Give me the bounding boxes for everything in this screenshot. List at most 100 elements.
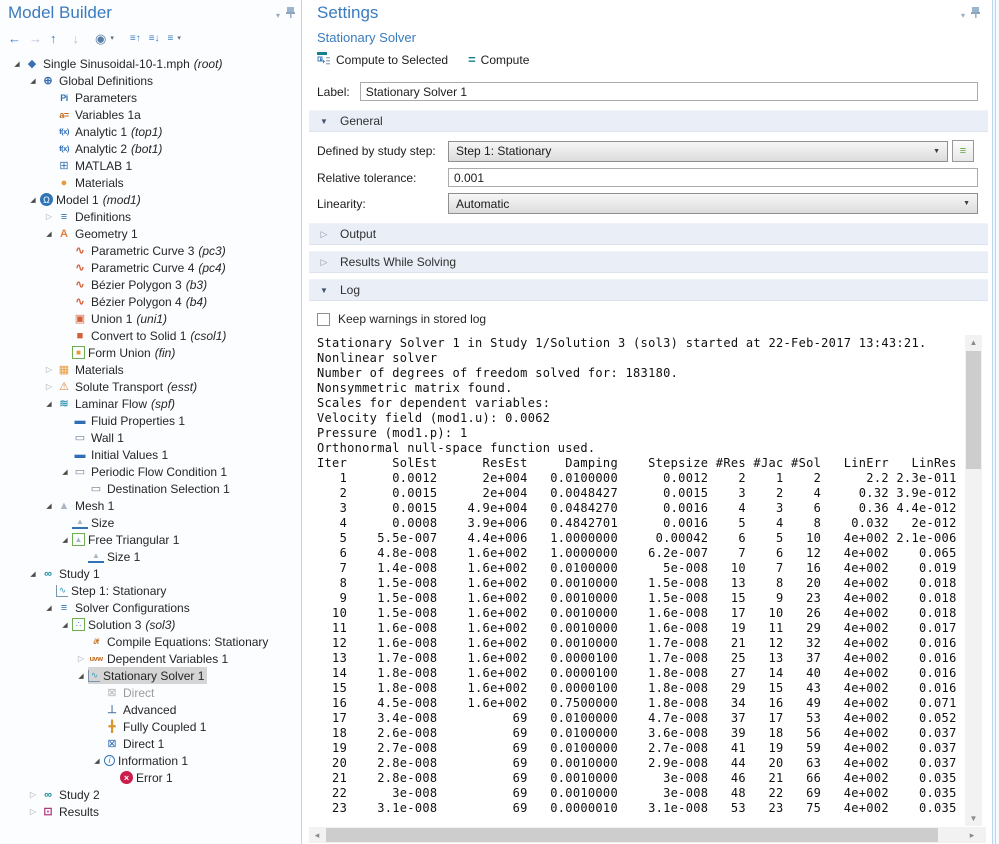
expand-all-icon[interactable]: ≡↑: [130, 32, 141, 46]
tree-item-error-1[interactable]: ×Error 1: [0, 769, 301, 786]
tree-item-analytic-2-bot1[interactable]: f(x)Analytic 2(bot1): [0, 140, 301, 157]
tree-item-convert-to-solid-1-csol1[interactable]: ■Convert to Solid 1(csol1): [0, 327, 301, 344]
tree-item-stationary-solver-1[interactable]: ◢∿Stationary Solver 1: [0, 667, 301, 684]
tree-item-dependent-variables-1[interactable]: ▷uvwDependent Variables 1: [0, 650, 301, 667]
tree-item-free-triangular-1[interactable]: ◢▲Free Triangular 1: [0, 531, 301, 548]
linearity-select[interactable]: Automatic ▼: [448, 193, 978, 214]
expand-arrow-icon[interactable]: ▷: [42, 212, 56, 221]
scroll-left-icon[interactable]: ◂: [309, 827, 325, 843]
node-text-icon[interactable]: ≡: [168, 32, 174, 46]
collapse-arrow-icon[interactable]: ◢: [42, 230, 56, 238]
scroll-right-icon[interactable]: ▸: [964, 827, 980, 843]
collapse-arrow-icon[interactable]: ◢: [58, 621, 72, 629]
tree-item-geometry-1[interactable]: ◢AGeometry 1: [0, 225, 301, 242]
tree-item-parameters[interactable]: PiParameters: [0, 89, 301, 106]
compute-button[interactable]: = Compute: [468, 52, 529, 67]
tree-item-destination-selection-1[interactable]: ▭Destination Selection 1: [0, 480, 301, 497]
tree-item-b-zier-polygon-3-b3[interactable]: ∿Bézier Polygon 3(b3): [0, 276, 301, 293]
collapse-arrow-icon[interactable]: ◢: [26, 77, 40, 85]
scroll-down-icon[interactable]: ▼: [965, 811, 982, 826]
tree-item-solute-transport-esst[interactable]: ▷⚠Solute Transport(esst): [0, 378, 301, 395]
collapse-arrow-icon[interactable]: ◢: [26, 196, 40, 204]
collapse-arrow-icon[interactable]: ◢: [26, 570, 40, 578]
section-output[interactable]: ▷ Output: [309, 223, 988, 245]
tree-item-study-1[interactable]: ◢∞Study 1: [0, 565, 301, 582]
expand-arrow-icon[interactable]: ▷: [74, 654, 88, 663]
horizontal-scroll-thumb[interactable]: [326, 828, 938, 842]
collapse-arrow-icon[interactable]: ◢: [90, 757, 104, 765]
label-input[interactable]: [360, 82, 978, 101]
show-menu-caret-icon[interactable]: ▾: [110, 32, 114, 46]
tree-item-materials[interactable]: ▷▦Materials: [0, 361, 301, 378]
tree-item-wall-1[interactable]: ▭Wall 1: [0, 429, 301, 446]
tree-item-solution-3-sol3[interactable]: ◢∴Solution 3(sol3): [0, 616, 301, 633]
move-up-icon[interactable]: ↑: [50, 32, 57, 46]
section-log[interactable]: ▼ Log: [309, 279, 988, 301]
tree-item-fluid-properties-1[interactable]: ▬Fluid Properties 1: [0, 412, 301, 429]
tree-item-analytic-1-top1[interactable]: f(x)Analytic 1(top1): [0, 123, 301, 140]
expand-arrow-icon[interactable]: ▷: [26, 790, 40, 799]
defined-by-study-step-select[interactable]: Step 1: Stationary ▼: [448, 141, 948, 162]
settings-pin-icon[interactable]: [971, 6, 980, 24]
panel-menu-caret-icon[interactable]: ▾: [276, 11, 280, 20]
section-results-while-solving[interactable]: ▷ Results While Solving: [309, 251, 988, 273]
expand-arrow-icon[interactable]: ▷: [42, 382, 56, 391]
collapse-arrow-icon[interactable]: ◢: [42, 400, 56, 408]
collapse-arrow-icon[interactable]: ◢: [42, 604, 56, 612]
log-horizontal-scrollbar[interactable]: ◂ ▸: [309, 827, 986, 843]
tree-item-initial-values-1[interactable]: ▬Initial Values 1: [0, 446, 301, 463]
collapse-arrow-icon[interactable]: ◢: [10, 60, 24, 68]
show-icon[interactable]: ◉: [95, 32, 106, 46]
keep-warnings-checkbox[interactable]: [317, 313, 330, 326]
go-to-source-button[interactable]: ≡: [952, 140, 974, 162]
tree-item-union-1-uni1[interactable]: ▣Union 1(uni1): [0, 310, 301, 327]
panel-splitter[interactable]: [302, 0, 309, 844]
collapse-arrow-icon[interactable]: ◢: [74, 672, 88, 680]
tree-item-parametric-curve-3-pc3[interactable]: ∿Parametric Curve 3(pc3): [0, 242, 301, 259]
compute-to-selected-button[interactable]: Compute to Selected: [317, 51, 448, 68]
log-vertical-scrollbar[interactable]: ▲ ▼: [965, 335, 982, 826]
tree-item-solver-configurations[interactable]: ◢≡Solver Configurations: [0, 599, 301, 616]
tree-item-direct-1[interactable]: ⊠Direct 1: [0, 735, 301, 752]
collapse-arrow-icon[interactable]: ◢: [42, 502, 56, 510]
settings-menu-caret-icon[interactable]: ▾: [961, 11, 965, 20]
tree-item-study-2[interactable]: ▷∞Study 2: [0, 786, 301, 803]
tree-item-mesh-1[interactable]: ◢▲Mesh 1: [0, 497, 301, 514]
tree-item-periodic-flow-condition-1[interactable]: ◢▭Periodic Flow Condition 1: [0, 463, 301, 480]
tree-item-variables-1a[interactable]: a=Variables 1a: [0, 106, 301, 123]
expand-arrow-icon[interactable]: ▷: [42, 365, 56, 374]
forward-icon[interactable]: →: [29, 32, 42, 46]
tree-item-size[interactable]: ▲Size: [0, 514, 301, 531]
tree-item-laminar-flow-spf[interactable]: ◢≋Laminar Flow(spf): [0, 395, 301, 412]
tree-item-direct[interactable]: ⊠Direct: [0, 684, 301, 701]
collapse-arrow-icon[interactable]: ◢: [58, 468, 72, 476]
tree-item-form-union-fin[interactable]: ■Form Union(fin): [0, 344, 301, 361]
tree-item-fully-coupled-1[interactable]: ╋Fully Coupled 1: [0, 718, 301, 735]
tree-item-size-1[interactable]: ▲Size 1: [0, 548, 301, 565]
tree-item-compile-equations-stationary[interactable]: ∂fCompile Equations: Stationary: [0, 633, 301, 650]
vertical-scroll-thumb[interactable]: [966, 351, 981, 469]
tree-item-global-definitions[interactable]: ◢⊕Global Definitions: [0, 72, 301, 89]
collapse-all-icon[interactable]: ≡↓: [149, 32, 160, 46]
tree-item-information-1[interactable]: ◢iInformation 1: [0, 752, 301, 769]
pin-icon[interactable]: [286, 6, 295, 24]
move-down-icon[interactable]: ↓: [73, 32, 80, 46]
tree-item-definitions[interactable]: ▷≡Definitions: [0, 208, 301, 225]
section-general[interactable]: ▼ General: [309, 110, 988, 132]
tree-item-advanced[interactable]: ⊥Advanced: [0, 701, 301, 718]
tree-item-single-sinusoidal-10-1-mph-root[interactable]: ◢◆Single Sinusoidal-10-1.mph(root): [0, 55, 301, 72]
collapse-arrow-icon[interactable]: ◢: [58, 536, 72, 544]
node-text-menu-caret-icon[interactable]: ▾: [177, 32, 181, 46]
tree-item-matlab-1[interactable]: ⊞MATLAB 1: [0, 157, 301, 174]
tree-item-step-1-stationary[interactable]: ∿Step 1: Stationary: [0, 582, 301, 599]
scroll-up-icon[interactable]: ▲: [965, 335, 982, 350]
back-icon[interactable]: ←: [8, 32, 21, 46]
tree-item-model-1-mod1[interactable]: ◢ΩModel 1(mod1): [0, 191, 301, 208]
tree-item-results[interactable]: ▷⊡Results: [0, 803, 301, 820]
relative-tolerance-input[interactable]: [448, 168, 978, 187]
tree-item-b-zier-polygon-4-b4[interactable]: ∿Bézier Polygon 4(b4): [0, 293, 301, 310]
window-edge-splitter[interactable]: [988, 0, 999, 844]
tree-item-materials[interactable]: ●Materials: [0, 174, 301, 191]
tree-item-parametric-curve-4-pc4[interactable]: ∿Parametric Curve 4(pc4): [0, 259, 301, 276]
expand-arrow-icon[interactable]: ▷: [26, 807, 40, 816]
